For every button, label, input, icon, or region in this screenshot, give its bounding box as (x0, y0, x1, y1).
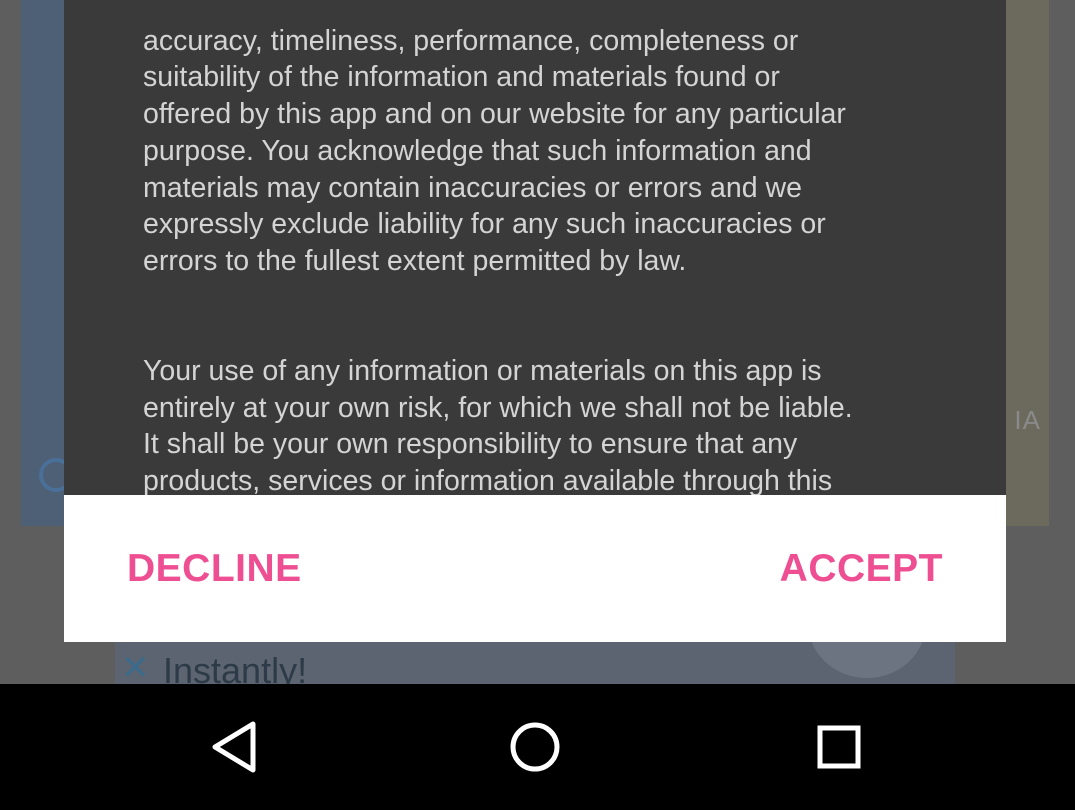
disclaimer-text[interactable]: accuracy, timeliness, performance, compl… (143, 0, 943, 573)
back-button[interactable] (198, 712, 268, 782)
disclaimer-paragraph: accuracy, timeliness, performance, compl… (143, 24, 846, 277)
home-icon (510, 722, 560, 772)
map-region-label: IA (1014, 405, 1041, 435)
ad-text: Instantly! (163, 650, 308, 684)
disclaimer-dialog: accuracy, timeliness, performance, compl… (64, 0, 1006, 534)
dialog-button-bar: DECLINE ACCEPT (64, 495, 1006, 642)
decline-button[interactable]: DECLINE (127, 495, 302, 642)
back-icon (212, 721, 256, 773)
accept-button[interactable]: ACCEPT (780, 495, 943, 642)
recents-icon (817, 725, 861, 769)
home-button[interactable] (500, 712, 570, 782)
navigation-bar (0, 684, 1075, 810)
ad-close-icon: ✕ (121, 649, 150, 684)
recents-button[interactable] (804, 712, 874, 782)
